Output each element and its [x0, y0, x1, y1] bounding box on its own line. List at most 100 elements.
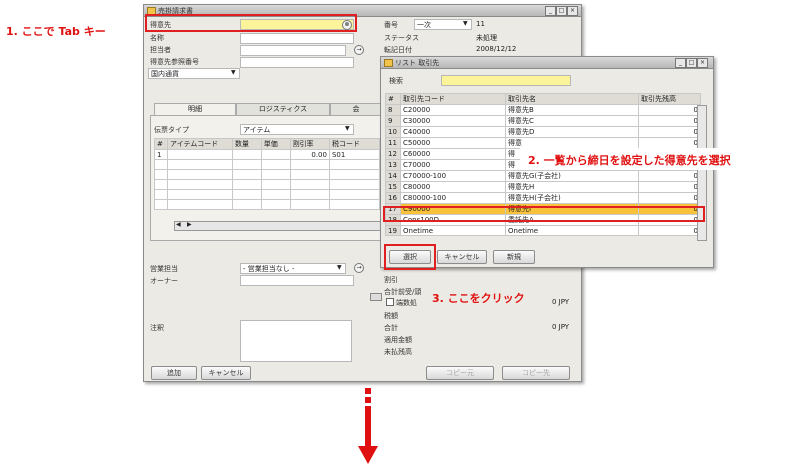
minimize-button[interactable]: _ — [545, 6, 556, 16]
list-row[interactable]: 14 C70000-100 得意先G(子会社) 0 — [385, 170, 701, 182]
partner-code[interactable]: C60000 — [400, 148, 506, 160]
close-button[interactable]: × — [567, 6, 578, 16]
partner-balance[interactable]: 0 — [638, 170, 701, 182]
scroll-left-icon[interactable]: ◀ — [176, 221, 181, 228]
partner-code[interactable]: C30000 — [400, 115, 506, 127]
grid-cell — [232, 199, 262, 210]
list-header[interactable]: 取引先残高 — [638, 93, 701, 105]
list-row[interactable]: 10 C40000 得意先D 0 — [385, 126, 701, 138]
reference-label: 得意先参照番号 — [150, 58, 199, 66]
maximize-button[interactable]: □ — [556, 6, 567, 16]
partner-balance[interactable]: 0 — [638, 225, 701, 236]
cancel-button[interactable]: キャンセル — [201, 366, 251, 380]
discount-cell[interactable]: 0.00 — [289, 149, 330, 160]
list-cancel-button[interactable]: キャンセル — [437, 250, 487, 264]
grid-header: 数量 — [232, 138, 262, 150]
expand-button[interactable] — [370, 293, 382, 301]
selected-row-highlight — [383, 206, 705, 222]
remarks-textarea[interactable] — [240, 320, 352, 362]
row-number[interactable]: 16 — [385, 192, 401, 204]
partner-code[interactable]: C70000-100 — [400, 170, 506, 182]
copy-to-button[interactable]: コピー先 — [502, 366, 570, 380]
row-number[interactable]: 10 — [385, 126, 401, 138]
grid-cell[interactable] — [260, 149, 291, 160]
currency-select[interactable]: 国内通貨 ▼ — [148, 68, 240, 79]
sales-employee-value: - 営業担当なし - — [243, 265, 295, 273]
row-number[interactable]: 14 — [385, 170, 401, 182]
list-row[interactable]: 16 C80000-100 得意先H(子会社) 0 — [385, 192, 701, 204]
partner-balance[interactable]: 0 — [638, 137, 701, 149]
list-title-bar: リスト 取引先 _ □ × — [381, 57, 713, 69]
partner-code[interactable]: C80000 — [400, 181, 506, 193]
row-number[interactable]: 19 — [385, 225, 401, 236]
row-number[interactable]: 8 — [385, 104, 401, 116]
grid-cell[interactable] — [167, 149, 233, 160]
add-button[interactable]: 追加 — [151, 366, 197, 380]
partner-code[interactable]: Onetime — [400, 225, 506, 236]
partner-name[interactable]: 得意先H — [505, 181, 639, 193]
partner-balance[interactable]: 0 — [638, 115, 701, 127]
partner-balance[interactable]: 0 — [638, 126, 701, 138]
tab-contents[interactable]: 明細 — [154, 103, 236, 115]
step1-annotation: 1. ここで Tab キー — [6, 25, 106, 38]
new-button[interactable]: 新規 — [493, 250, 535, 264]
list-row[interactable]: 15 C80000 得意先H 0 — [385, 181, 701, 193]
minimize-button[interactable]: _ — [675, 58, 686, 68]
partner-balance[interactable]: 0 — [638, 181, 701, 193]
tab-logistics[interactable]: ロジスティクス — [236, 103, 330, 115]
list-header[interactable]: 取引先名 — [505, 93, 639, 105]
partner-code[interactable]: C70000 — [400, 159, 506, 171]
horizontal-scrollbar[interactable]: ◀ ▶ — [174, 221, 382, 231]
grid-cell — [328, 189, 381, 200]
list-row[interactable]: 8 C20000 得意先B 0 — [385, 104, 701, 116]
grid-cell — [167, 169, 233, 180]
row-number[interactable]: 15 — [385, 181, 401, 193]
partner-code[interactable]: C20000 — [400, 104, 506, 116]
partner-balance[interactable]: 0 — [638, 104, 701, 116]
grid-cell[interactable] — [232, 149, 262, 160]
row-number[interactable]: 11 — [385, 137, 401, 149]
list-row[interactable]: 11 C50000 得意 0 — [385, 137, 701, 149]
customer-highlight — [145, 14, 357, 32]
partner-name[interactable]: 得意先B — [505, 104, 639, 116]
rounding-checkbox[interactable] — [386, 298, 394, 306]
reference-input[interactable] — [240, 57, 354, 68]
partner-name[interactable]: 得意先G(子会社) — [505, 170, 639, 182]
copy-from-button[interactable]: コピー元 — [426, 366, 494, 380]
step2-annotation: 2. 一覧から締日を設定した得意先を選択 — [528, 154, 731, 167]
tax-cell[interactable]: S01 — [328, 149, 381, 160]
partner-code[interactable]: C80000-100 — [400, 192, 506, 204]
grid-cell — [260, 159, 291, 170]
tab-accounting[interactable]: 会 — [330, 103, 382, 115]
partner-code[interactable]: C50000 — [400, 137, 506, 149]
row-number[interactable]: 9 — [385, 115, 401, 127]
list-row[interactable]: 9 C30000 得意先C 0 — [385, 115, 701, 127]
partner-name[interactable]: 得意 — [505, 137, 639, 149]
partner-name[interactable]: 得意先D — [505, 126, 639, 138]
list-row[interactable]: 19 Onetime Onetime 0 — [385, 225, 701, 236]
row-number[interactable]: 12 — [385, 148, 401, 160]
maximize-button[interactable]: □ — [686, 58, 697, 68]
sales-employee-select[interactable]: - 営業担当なし - ▼ — [240, 263, 346, 274]
name-input[interactable] — [240, 33, 354, 44]
number-series-select[interactable]: 一次 ▼ — [414, 19, 472, 30]
close-button[interactable]: × — [697, 58, 708, 68]
partner-code[interactable]: C40000 — [400, 126, 506, 138]
item-type-label: 伝票タイプ — [154, 126, 189, 134]
scroll-right-icon[interactable]: ▶ — [187, 221, 192, 228]
grid-header: 税コード — [328, 138, 381, 150]
partner-name[interactable]: 得意先C — [505, 115, 639, 127]
partner-balance[interactable]: 0 — [638, 192, 701, 204]
row-number[interactable]: 1 — [154, 149, 168, 160]
search-input[interactable] — [441, 75, 571, 86]
list-header[interactable]: 取引先コード — [400, 93, 506, 105]
partner-name[interactable]: Onetime — [505, 225, 639, 236]
link-arrow-icon[interactable]: → — [354, 263, 364, 273]
item-type-select[interactable]: アイテム ▼ — [240, 124, 354, 135]
owner-input[interactable] — [240, 275, 354, 286]
contact-select[interactable] — [240, 45, 346, 56]
partner-name[interactable]: 得意先H(子会社) — [505, 192, 639, 204]
link-arrow-icon[interactable]: → — [354, 45, 364, 55]
grid-cell — [154, 159, 168, 170]
row-number[interactable]: 13 — [385, 159, 401, 171]
